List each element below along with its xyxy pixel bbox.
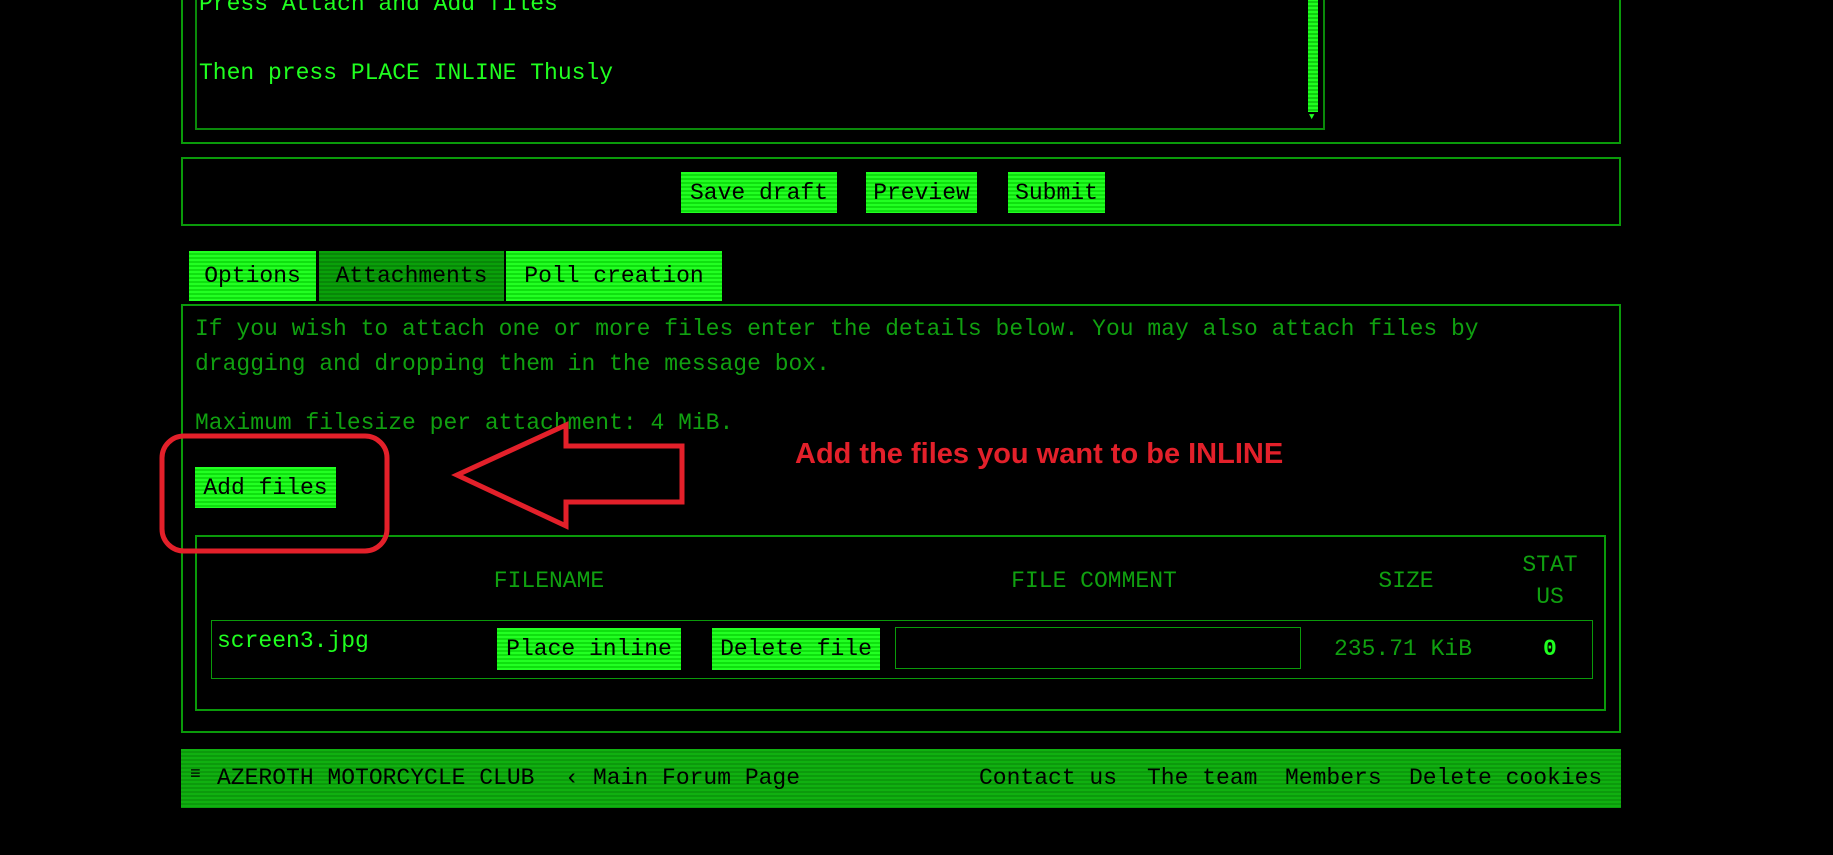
delete-cookies-link[interactable]: Delete cookies [1409,765,1602,791]
annotation-overlay [159,421,685,554]
contact-us-link[interactable]: Contact us [979,765,1117,791]
breadcrumb-separator: ‹ [565,765,579,791]
arrow-left-icon [451,421,685,530]
site-home-link[interactable]: AZEROTH MOTORCYCLE CLUB [217,765,534,791]
members-link[interactable]: Members [1285,765,1382,791]
the-team-link[interactable]: The team [1147,765,1257,791]
annotation-text: Add the files you want to be INLINE [795,438,1284,470]
main-forum-link[interactable]: Main Forum Page [593,765,800,791]
menu-icon[interactable]: ≡ [190,765,201,785]
highlight-box [159,433,390,554]
footer-nav: ≡ AZEROTH MOTORCYCLE CLUB ‹ Main Forum P… [181,749,1621,808]
